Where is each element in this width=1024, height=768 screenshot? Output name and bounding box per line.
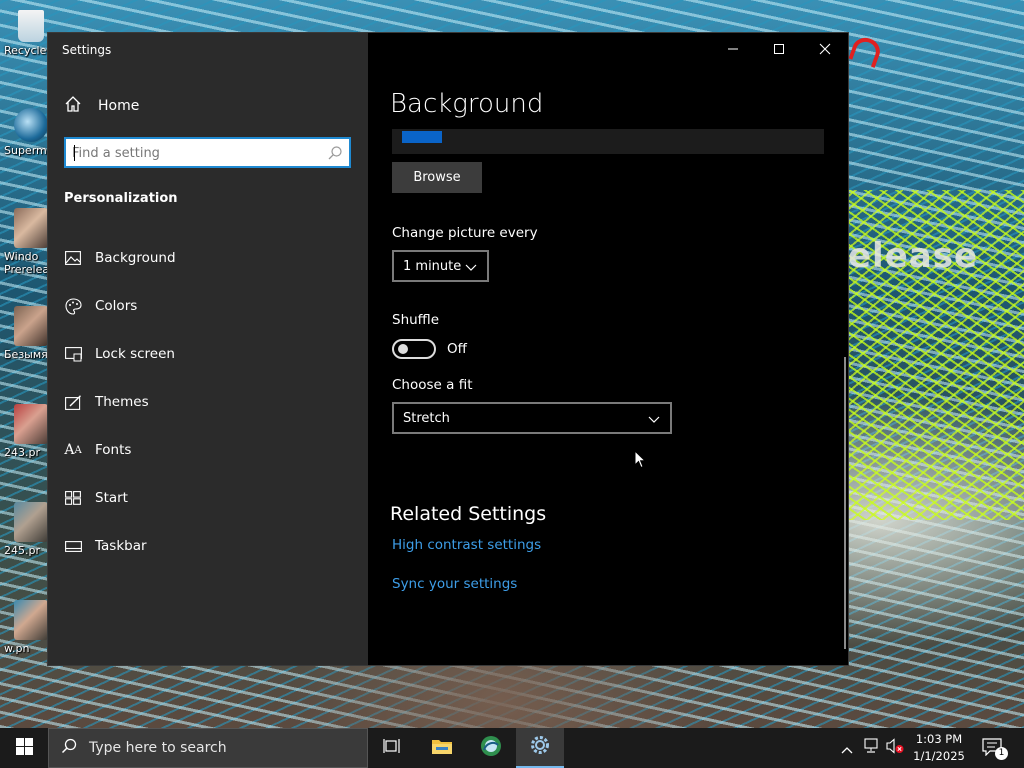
sidebar-item-colors[interactable]: Colors [64,290,354,322]
page-title: Background [390,89,544,119]
image-file-icon [14,600,48,640]
windows-logo-icon [15,737,33,759]
change-picture-label: Change picture every [392,225,538,241]
taskbar-search-placeholder: Type here to search [89,740,227,756]
desktop-icon-superm[interactable]: Superm [4,108,50,157]
browse-button[interactable]: Browse [392,162,482,193]
show-hidden-icons-button[interactable] [838,740,856,756]
shuffle-label: Shuffle [392,312,440,328]
desktop-icon-w[interactable]: w.pn [4,600,50,655]
home-icon [64,95,82,117]
taskbar-search[interactable]: Type here to search [48,728,368,768]
settings-taskbar-button[interactable] [516,728,564,768]
fonts-icon: AA [64,442,82,458]
related-settings-title: Related Settings [390,503,547,525]
chevron-down-icon [465,261,477,276]
shuffle-toggle[interactable] [392,339,436,359]
search-icon[interactable] [327,145,343,161]
chevron-up-icon [841,739,853,758]
fit-label: Choose a fit [392,377,473,393]
notification-count-badge: 1 [995,747,1008,760]
taskbar-icon [64,537,82,555]
recent-images-strip [392,129,824,154]
sidebar-home[interactable]: Home [64,95,139,117]
mouse-cursor-icon [634,449,647,473]
image-file-icon [14,306,48,346]
sidebar-item-themes[interactable]: Themes [64,386,354,418]
picture-icon [64,249,82,267]
change-picture-value: 1 minute [403,258,462,274]
image-file-icon [14,404,48,444]
action-center-button[interactable]: 1 [982,738,1008,760]
search-icon [61,738,77,758]
chevron-down-icon [648,413,660,428]
themes-icon [64,393,82,411]
sidebar-item-fonts[interactable]: AA Fonts [64,434,354,466]
network-button[interactable] [862,738,880,758]
high-contrast-link[interactable]: High contrast settings [392,537,541,553]
desktop-icon-243[interactable]: 243.pr [4,404,50,459]
system-clock[interactable]: 1:03 PM 1/1/2025 [906,731,972,765]
shuffle-state: Off [447,341,467,357]
browser-icon [480,735,502,761]
desktop-icon-recycle[interactable]: Recycle [4,10,50,57]
volume-button[interactable] [886,738,904,758]
fit-value: Stretch [403,410,450,426]
taskbar: Type here to search 1:03 PM 1/1/2025 1 [0,728,1024,768]
desktop-icon-image-1[interactable]: Безымя [4,306,50,361]
settings-window: Settings Home Personalization Background [48,33,848,665]
start-icon [64,489,82,507]
sidebar-item-lock-screen[interactable]: Lock screen [64,338,354,370]
recycle-bin-icon [18,10,44,42]
search-input[interactable] [72,143,322,163]
task-view-icon [383,738,401,758]
fit-dropdown[interactable]: Stretch [392,402,672,434]
image-file-icon [14,208,48,248]
start-button[interactable] [0,728,48,768]
volume-muted-icon [886,738,904,758]
task-view-button[interactable] [368,728,416,768]
window-title: Settings [62,43,112,57]
text-caret [74,145,75,161]
desktop-icon-245[interactable]: 245.pr [4,502,50,557]
sidebar-item-background[interactable]: Background [64,242,354,274]
app-icon [14,108,48,142]
search-box[interactable] [64,137,351,168]
image-file-icon [14,502,48,542]
desktop-icon-windows-prerelease[interactable]: Windo Prerelea [4,208,50,276]
clock-time: 1:03 PM [915,732,963,746]
section-title: Personalization [64,191,178,206]
wallpaper-red-mark [848,33,884,69]
clock-date: 1/1/2025 [913,749,965,763]
sidebar-item-start[interactable]: Start [64,482,354,514]
home-label: Home [98,98,140,114]
file-explorer-icon [431,737,453,759]
wallpaper-text: elease [848,236,979,276]
lock-screen-icon [64,345,82,363]
sidebar: Settings Home Personalization Background [48,33,368,665]
recent-image-thumbnail[interactable] [402,131,442,143]
sync-settings-link[interactable]: Sync your settings [392,576,517,592]
sidebar-item-taskbar[interactable]: Taskbar [64,530,354,562]
palette-icon [64,297,82,315]
file-explorer-button[interactable] [418,728,466,768]
toggle-knob [398,344,408,354]
scrollbar[interactable] [844,357,846,649]
browser-button[interactable] [467,728,515,768]
settings-icon [529,734,551,760]
change-picture-dropdown[interactable]: 1 minute [392,250,489,282]
main-content: Background Browse Change picture every 1… [368,33,848,665]
network-icon [862,738,880,758]
